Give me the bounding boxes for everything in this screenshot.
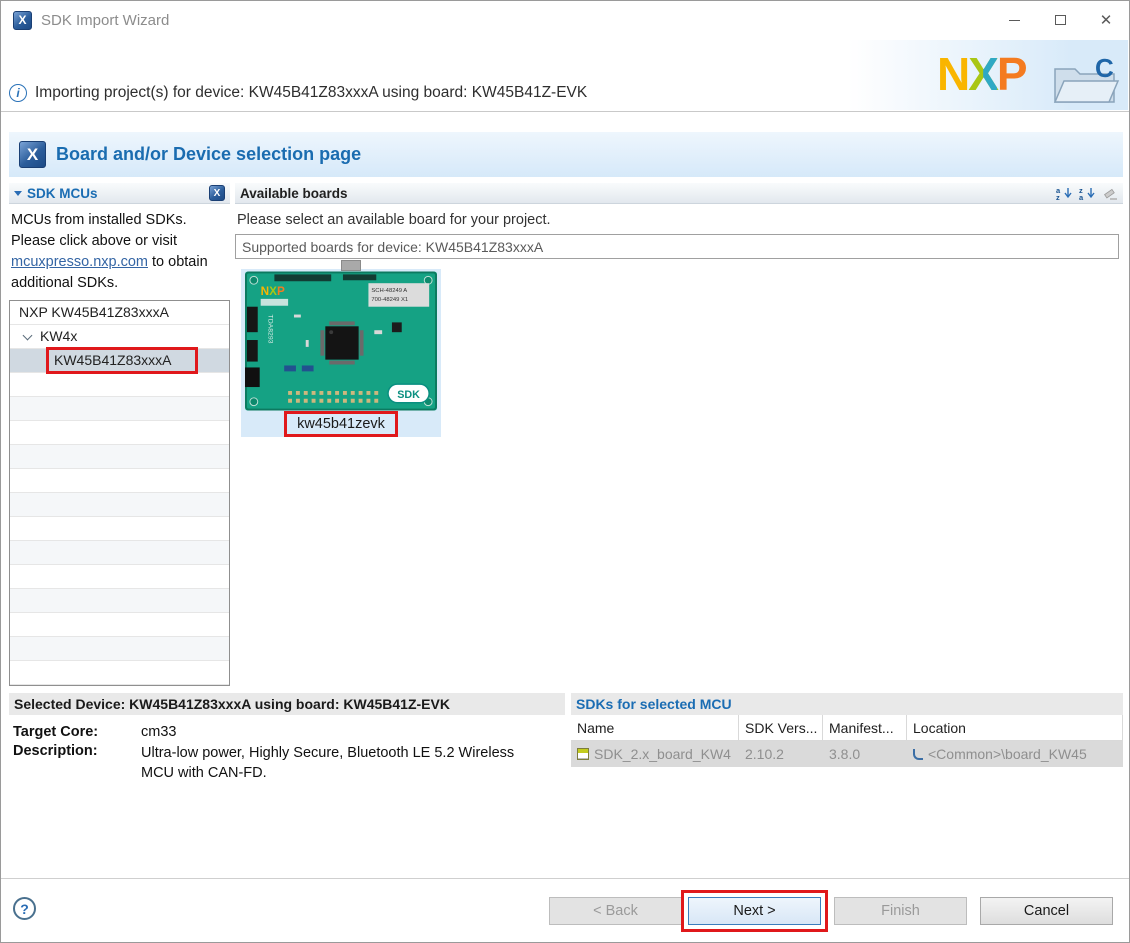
tree-empty-row	[10, 397, 229, 421]
target-core-label: Target Core:	[13, 724, 99, 740]
tree-empty-row	[10, 613, 229, 637]
header-message-row: i Importing project(s) for device: KW45B…	[9, 84, 587, 102]
maximize-button[interactable]	[1037, 1, 1083, 39]
description-label: Description:	[13, 743, 98, 759]
board-tile[interactable]: NXP SCH-48249 A 700-48249 X1 TDA8293 SDK…	[241, 260, 441, 437]
target-core-value: cm33	[141, 724, 177, 740]
column-manifest[interactable]: Manifest...	[823, 715, 907, 740]
footer: ? < Back Next > Finish Cancel	[1, 878, 1129, 942]
sdk-table-row[interactable]: SDK_2.x_board_KW4 2.10.2 3.8.0 <Common>\…	[571, 741, 1123, 767]
available-boards-header: Available boards a z z a	[235, 183, 1123, 204]
sdk-version: 2.10.2	[745, 746, 784, 762]
window-title: SDK Import Wizard	[41, 11, 170, 29]
mcu-close-icon[interactable]: X	[209, 185, 225, 201]
sdk-mcus-description: MCUs from installed SDKs. Please click a…	[11, 212, 208, 291]
selected-device-header: Selected Device: KW45B41Z83xxxA using bo…	[9, 693, 565, 715]
board-filter-input[interactable]	[235, 234, 1119, 259]
tree-empty-row	[10, 637, 229, 661]
sdk-table-header-row: Name SDK Vers... Manifest... Location	[571, 715, 1123, 741]
nxp-logo-p: P	[996, 48, 1028, 100]
sdk-badge: SDK	[397, 389, 420, 401]
board-label-wrap: kw45b41zevk	[241, 411, 441, 437]
chevron-down-icon	[22, 330, 33, 341]
help-button[interactable]: ?	[13, 897, 36, 920]
sdk-table-section: SDKs for selected MCU Name SDK Vers... M…	[571, 693, 1123, 767]
minimize-button[interactable]	[991, 1, 1037, 39]
sdk-table: Name SDK Vers... Manifest... Location SD…	[571, 715, 1123, 767]
tree-empty-row	[10, 421, 229, 445]
mcu-tree: NXP KW45B41Z83xxxA KW4x KW45B41Z83xxxA	[9, 300, 230, 686]
nxp-logo-n: N	[937, 48, 970, 100]
finish-button[interactable]: Finish	[834, 897, 967, 925]
tree-empty-row	[10, 493, 229, 517]
available-boards-panel: Available boards a z z a Please select a…	[235, 183, 1123, 680]
sdk-import-wizard-window: X SDK Import Wizard ✕ i Importing projec…	[0, 0, 1130, 943]
sort-ascending-icon[interactable]: a z	[1056, 186, 1073, 201]
mcuxpresso-link[interactable]: mcuxpresso.nxp.com	[11, 254, 148, 270]
board-sticker-line2: 700-48249 X1	[371, 297, 408, 303]
column-sdk-version[interactable]: SDK Vers...	[739, 715, 823, 740]
sdk-mcus-panel: SDK MCUs X MCUs from installed SDKs. Ple…	[9, 183, 230, 686]
board-side-text: TDA8293	[267, 315, 274, 344]
selected-device-details: Target Core: cm33 Description: Ultra-low…	[9, 715, 565, 783]
clear-filter-icon[interactable]	[1102, 186, 1118, 201]
column-name[interactable]: Name	[571, 715, 739, 740]
info-icon: i	[9, 84, 27, 102]
tree-empty-row	[10, 541, 229, 565]
window-controls: ✕	[991, 1, 1129, 39]
back-button[interactable]: < Back	[549, 897, 682, 925]
collapse-arrow-icon[interactable]	[14, 190, 22, 196]
ide-folder-icon: C	[1053, 53, 1120, 103]
close-icon: ✕	[1099, 12, 1113, 29]
tree-empty-row	[10, 445, 229, 469]
tree-empty-row	[10, 517, 229, 541]
board-instruction: Please select an available board for you…	[237, 212, 551, 228]
header-divider	[1, 111, 1129, 112]
tree-empty-row	[10, 565, 229, 589]
description-value: Ultra-low power, Highly Secure, Bluetoot…	[141, 745, 515, 781]
page-title: Board and/or Device selection page	[56, 144, 362, 164]
sdk-mcus-title: SDK MCUs	[27, 185, 98, 201]
folder-letter: C	[1095, 53, 1114, 83]
sdk-name: SDK_2.x_board_KW4	[594, 746, 731, 762]
location-icon	[913, 748, 923, 760]
nxp-logo: N X X P	[937, 48, 1028, 100]
nxp-logo-x: X X	[968, 48, 999, 100]
tree-empty-row	[10, 589, 229, 613]
board-sticker-line1: SCH-48249 A	[371, 288, 407, 294]
available-boards-title: Available boards	[240, 185, 348, 201]
sdk-mcus-header: SDK MCUs X	[9, 183, 230, 204]
sdk-table-title: SDKs for selected MCU	[571, 693, 1123, 715]
page-x-icon: X	[19, 141, 46, 168]
app-icon: X	[13, 10, 32, 30]
selected-device-section: Selected Device: KW45B41Z83xxxA using bo…	[9, 693, 565, 783]
board-image: NXP SCH-48249 A 700-48249 X1 TDA8293 SDK	[245, 271, 437, 411]
svg-text:z: z	[1056, 193, 1060, 201]
titlebar: X SDK Import Wizard ✕	[1, 1, 1129, 39]
header-message: Importing project(s) for device: KW45B41…	[35, 84, 588, 101]
minimize-icon	[1008, 19, 1020, 21]
svg-text:NXP: NXP	[261, 285, 285, 298]
tree-item-selected-mcu[interactable]: KW45B41Z83xxxA	[10, 347, 229, 374]
tree-empty-row	[10, 661, 229, 685]
sdk-location: <Common>\board_KW45	[928, 746, 1087, 762]
usb-connector	[341, 260, 361, 271]
tree-item-root[interactable]: NXP KW45B41Z83xxxA	[10, 301, 229, 325]
sdk-icon	[577, 748, 589, 760]
sort-descending-icon[interactable]: z a	[1079, 186, 1096, 201]
tree-empty-row	[10, 373, 229, 397]
maximize-icon	[1054, 15, 1066, 25]
tree-empty-row	[10, 469, 229, 493]
tree-item-kw4x[interactable]: KW4x	[10, 325, 229, 349]
board-label: kw45b41zevk	[297, 416, 385, 432]
next-button-wrap: Next >	[681, 890, 828, 932]
column-location[interactable]: Location	[907, 715, 1123, 740]
page-title-band: X Board and/or Device selection page	[9, 132, 1123, 177]
next-button[interactable]: Next >	[688, 897, 821, 925]
cancel-button[interactable]: Cancel	[980, 897, 1113, 925]
svg-text:a: a	[1079, 193, 1084, 201]
sdk-manifest: 3.8.0	[829, 746, 861, 762]
close-button[interactable]: ✕	[1083, 1, 1129, 39]
help-icon: ?	[20, 900, 29, 917]
